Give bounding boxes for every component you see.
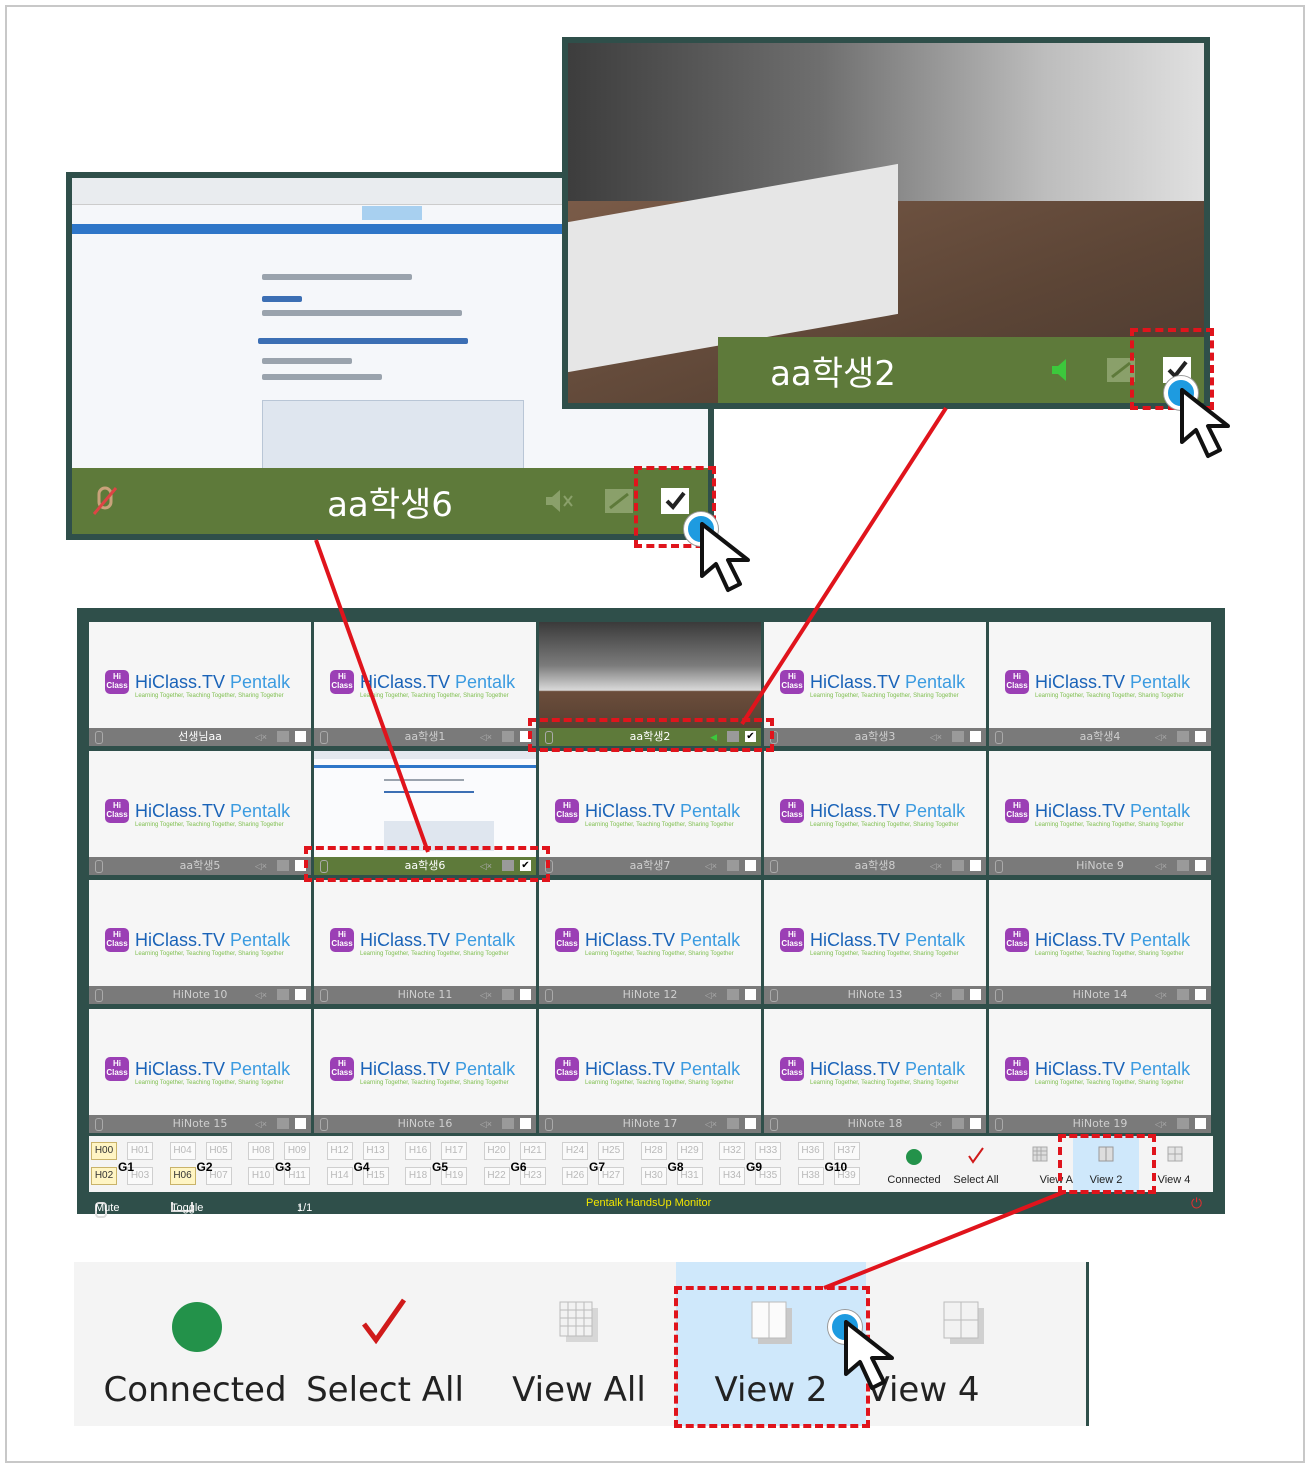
cursor-arrow-icon <box>700 522 750 592</box>
callout-lines <box>314 406 1065 1290</box>
callout-line-student6 <box>314 539 430 853</box>
cursor-arrow-icon <box>844 1320 894 1390</box>
cursor-arrow-icon <box>1180 388 1230 458</box>
callout-line-student2 <box>740 406 948 726</box>
callout-line-view2 <box>823 1190 1065 1290</box>
